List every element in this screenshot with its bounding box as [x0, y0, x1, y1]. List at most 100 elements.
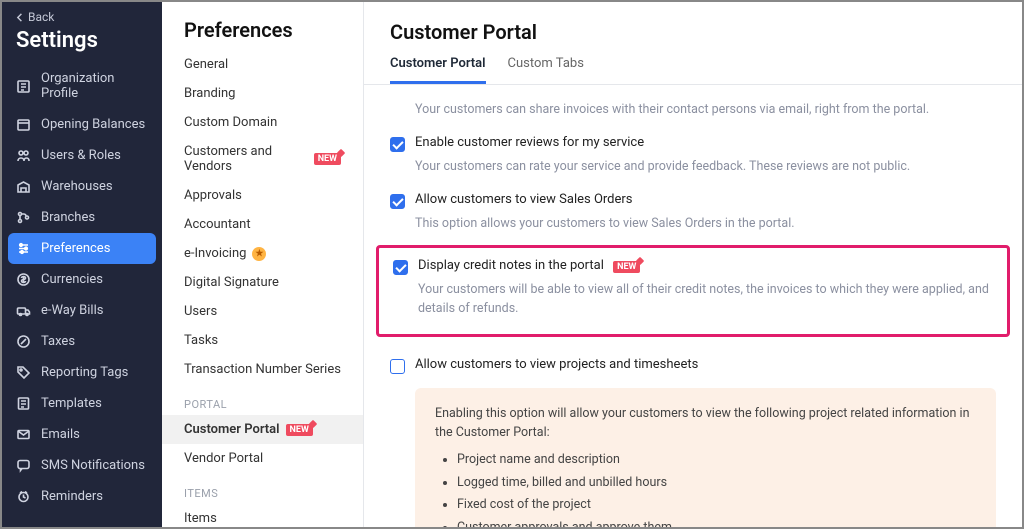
pref-link-label: Custom Domain [184, 115, 277, 130]
sidebar-item-label: Users & Roles [41, 148, 121, 163]
sidebar-item-tax[interactable]: Taxes [2, 326, 162, 357]
pref-link-label: Accountant [184, 217, 251, 232]
pref-link-general[interactable]: General [162, 50, 363, 79]
option-credit-notes: Display credit notes in the portal NEW Y… [393, 258, 993, 317]
settings-heading: Settings [2, 26, 162, 63]
pref-link-label: Vendor Portal [184, 451, 263, 466]
projects-info-box: Enabling this option will allow your cus… [415, 388, 996, 527]
pref-link-approvals[interactable]: Approvals [162, 181, 363, 210]
pref-link-accountant[interactable]: Accountant [162, 210, 363, 239]
pref-link-users[interactable]: Users [162, 297, 363, 326]
projects-title: Allow customers to view projects and tim… [415, 357, 698, 372]
pref-link-transaction-number-series[interactable]: Transaction Number Series [162, 355, 363, 384]
users-icon [16, 148, 31, 163]
new-badge: NEW [613, 261, 640, 273]
reviews-desc: Your customers can rate your service and… [415, 158, 996, 176]
pref-link-label: e-Invoicing [184, 246, 246, 261]
pref-link-branding[interactable]: Branding [162, 79, 363, 108]
back-link[interactable]: Back [2, 2, 162, 26]
sidebar-item-label: Reporting Tags [41, 365, 128, 380]
option-share-invoices: Your customers can share invoices with t… [390, 93, 996, 123]
sidebar-item-label: Currencies [41, 272, 103, 287]
pref-link-label: General [184, 57, 228, 72]
sidebar-item-branch[interactable]: Branches [2, 202, 162, 233]
highlight-credit-notes: Display credit notes in the portal NEW Y… [376, 245, 1010, 336]
pref-link-label: Branding [184, 86, 235, 101]
info-list: Project name and description Logged time,… [457, 450, 976, 527]
option-reviews: Enable customer reviews for my service Y… [390, 123, 996, 180]
sidebar-item-label: Organization Profile [41, 71, 148, 101]
pref-link-digital-signature[interactable]: Digital Signature [162, 268, 363, 297]
sidebar-item-label: Templates [41, 396, 102, 411]
sidebar-item-sms[interactable]: SMS Notifications [2, 450, 162, 481]
sms-icon [16, 458, 31, 473]
pref-icon [16, 241, 31, 256]
salesorders-title: Allow customers to view Sales Orders [415, 192, 633, 207]
sidebar-item-label: Emails [41, 427, 80, 442]
sidebar-item-label: Taxes [41, 334, 75, 349]
pref-link-label: Transaction Number Series [184, 362, 341, 377]
sidebar-item-label: Opening Balances [41, 117, 145, 132]
pref-link-tasks[interactable]: Tasks [162, 326, 363, 355]
email-icon [16, 427, 31, 442]
tab-customer-portal[interactable]: Customer Portal [390, 56, 486, 84]
pref-link-label: Approvals [184, 188, 242, 203]
info-list-item: Logged time, billed and unbilled hours [457, 473, 976, 492]
pref-link-label: Items [184, 511, 217, 526]
info-list-item: Customer approvals and approve them. [457, 518, 976, 528]
creditnotes-checkbox[interactable] [393, 260, 408, 275]
pref-link-e-invoicing[interactable]: e-Invoicing ★ [162, 239, 363, 268]
org-icon [16, 79, 31, 94]
info-intro: Enabling this option will allow your cus… [435, 404, 976, 443]
page-title: Customer Portal [364, 2, 1022, 56]
projects-checkbox[interactable] [390, 359, 405, 374]
sidebar-item-label: Preferences [41, 241, 110, 256]
content-scroll: Your customers can share invoices with t… [364, 85, 1022, 527]
sidebar-item-tmpl[interactable]: Templates [2, 388, 162, 419]
chevron-left-icon [16, 13, 25, 22]
sidebar-item-org[interactable]: Organization Profile [2, 63, 162, 109]
curr-icon [16, 272, 31, 287]
tax-icon [16, 334, 31, 349]
salesorders-checkbox[interactable] [390, 194, 405, 209]
preferences-heading: Preferences [162, 2, 363, 50]
sidebar-item-label: e-Way Bills [41, 303, 103, 318]
pref-link-label: Tasks [184, 333, 218, 348]
pref-link-custom-domain[interactable]: Custom Domain [162, 108, 363, 137]
creditnotes-desc: Your customers will be able to view all … [418, 281, 993, 317]
pref-link-customer-portal[interactable]: Customer Portal NEW [162, 415, 363, 444]
option-projects: Allow customers to view projects and tim… [390, 345, 996, 527]
pref-link-customers-and-vendors[interactable]: Customers and Vendors NEW [162, 137, 363, 181]
sidebar-item-users[interactable]: Users & Roles [2, 140, 162, 171]
pref-link-label: Customer Portal [184, 422, 280, 437]
sidebar-item-pref[interactable]: Preferences [8, 233, 156, 264]
option-sales-orders: Allow customers to view Sales Orders Thi… [390, 180, 996, 237]
sidebar-item-tags[interactable]: Reporting Tags [2, 357, 162, 388]
sidebar-item-label: Branches [41, 210, 95, 225]
section-header-portal: PORTAL [162, 384, 363, 415]
back-label: Back [28, 10, 54, 24]
open-icon [16, 117, 31, 132]
option-share-desc: Your customers can share invoices with t… [415, 101, 996, 119]
sidebar-item-rem[interactable]: Reminders [2, 481, 162, 512]
tabs: Customer Portal Custom Tabs [364, 56, 1022, 85]
sidebar-item-label: Reminders [41, 489, 103, 504]
info-list-item: Project name and description [457, 450, 976, 469]
sidebar-item-eway[interactable]: e-Way Bills [2, 295, 162, 326]
sidebar-item-open[interactable]: Opening Balances [2, 109, 162, 140]
sidebar-item-email[interactable]: Emails [2, 419, 162, 450]
sidebar-item-label: SMS Notifications [41, 458, 145, 473]
pref-link-label: Users [184, 304, 217, 319]
new-badge: NEW [314, 153, 341, 165]
pref-link-label: Digital Signature [184, 275, 279, 290]
creditnotes-title: Display credit notes in the portal NEW [418, 258, 640, 273]
pref-link-vendor-portal[interactable]: Vendor Portal [162, 444, 363, 473]
sidebar-item-curr[interactable]: Currencies [2, 264, 162, 295]
sidebar-item-wh[interactable]: Warehouses [2, 171, 162, 202]
rem-icon [16, 489, 31, 504]
pref-link-label: Customers and Vendors [184, 144, 308, 174]
info-list-item: Fixed cost of the project [457, 495, 976, 514]
reviews-checkbox[interactable] [390, 137, 405, 152]
pref-link-items[interactable]: Items [162, 504, 363, 527]
tab-custom-tabs[interactable]: Custom Tabs [508, 56, 584, 84]
